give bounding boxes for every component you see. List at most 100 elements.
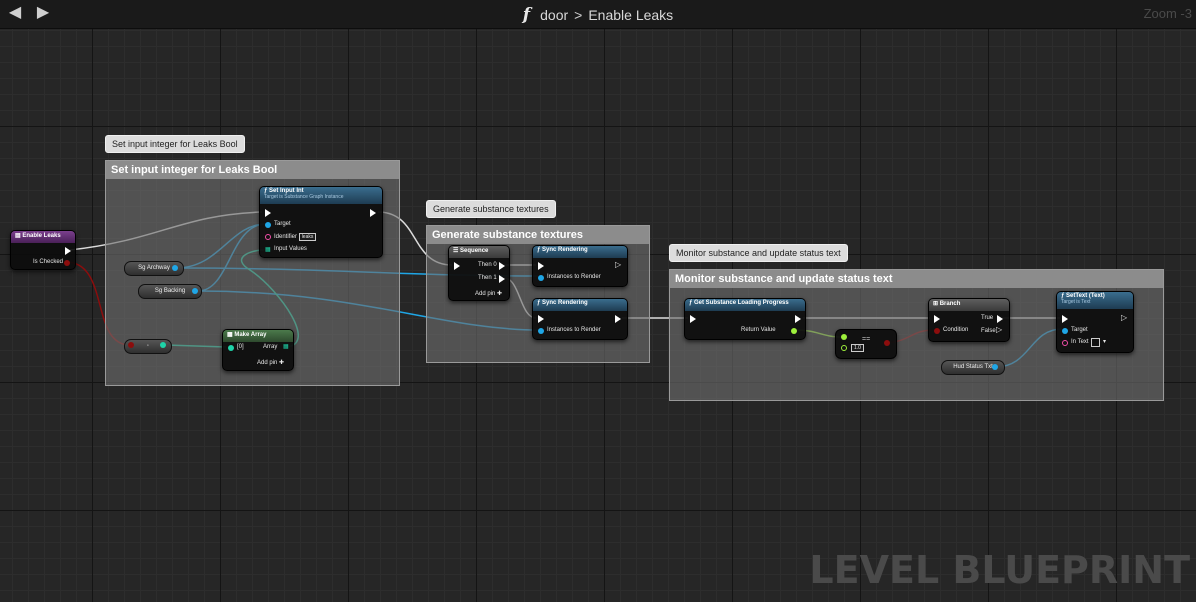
enable-leaks-node[interactable]: ▤ Enable Leaks Is Checked xyxy=(10,230,76,270)
node-title: ⊞ Branch xyxy=(929,299,1009,311)
exec-out-pin[interactable] xyxy=(65,247,71,255)
bool-pin[interactable] xyxy=(128,342,134,348)
breadcrumb-separator: > xyxy=(574,7,583,23)
string-pin[interactable] xyxy=(265,234,271,240)
in-text-input[interactable] xyxy=(1091,338,1100,347)
exec-in-pin[interactable] xyxy=(454,262,460,270)
node-title: ƒ SetText (Text) Target is Text xyxy=(1057,292,1133,309)
float-pin[interactable] xyxy=(791,328,797,334)
node-title-text: Make Array xyxy=(234,332,267,338)
pin-label: Target xyxy=(274,221,291,227)
node-title: ƒ Get Substance Loading Progress xyxy=(685,299,805,311)
equal-float-node[interactable]: 1.0 == xyxy=(835,329,897,359)
node-title: ƒ Set Input Int Target is Substance Graph… xyxy=(260,187,382,204)
pin-label: Return Value xyxy=(741,327,776,333)
pin-label: Condition xyxy=(943,327,969,333)
exec-out-outline-icon: ▷ xyxy=(615,260,622,269)
pin-label: Identifier leaks xyxy=(274,233,317,241)
exec-out-pin[interactable] xyxy=(795,315,801,323)
add-pin-button[interactable]: Add pin ✚ xyxy=(257,359,284,366)
grid-pin-icon[interactable]: ▦ xyxy=(265,246,271,253)
node-title-text: Sync Rendering xyxy=(542,247,588,253)
add-pin-button[interactable]: Add pin ✚ xyxy=(475,290,502,297)
exec-out-pin[interactable] xyxy=(499,275,505,283)
exec-in-pin[interactable] xyxy=(1062,315,1068,323)
pin-label: Then 0 xyxy=(478,262,497,268)
branch-node[interactable]: ⊞ Branch True Condition False ▷ xyxy=(928,298,1010,342)
int-pin[interactable] xyxy=(228,345,234,351)
exec-in-pin[interactable] xyxy=(690,315,696,323)
bool-pin[interactable] xyxy=(934,328,940,334)
comment-bubble-substance[interactable]: Generate substance textures xyxy=(426,200,556,218)
compare-value-input[interactable]: 1.0 xyxy=(851,344,864,352)
node-subtitle: Target is Text xyxy=(1061,299,1091,305)
add-pin-label: Add pin xyxy=(257,360,278,366)
int-pin[interactable] xyxy=(160,342,166,348)
level-blueprint-watermark: LEVEL BLUEPRINT xyxy=(809,548,1190,592)
identifier-label: Identifier xyxy=(274,234,298,240)
text-pin[interactable] xyxy=(1062,340,1068,346)
set-input-int-node[interactable]: ƒ Set Input Int Target is Substance Graph… xyxy=(259,186,383,258)
node-title: ƒ Sync Rendering xyxy=(533,299,627,311)
pin-label: True xyxy=(981,315,994,321)
pin-label: Instances to Render xyxy=(547,274,601,280)
object-pin[interactable] xyxy=(1062,328,1068,334)
exec-out-outline-icon[interactable]: ▷ xyxy=(1121,313,1127,322)
float-pin[interactable] xyxy=(841,345,847,351)
node-title-text: Sync Rendering xyxy=(542,300,588,306)
sequence-node[interactable]: ☰ Sequence Then 0 Then 1 Add pin ✚ xyxy=(448,245,510,301)
exec-out-outline-icon[interactable]: ▷ xyxy=(996,325,1002,334)
exec-in-pin[interactable] xyxy=(538,262,544,270)
array-pin[interactable]: ▦ xyxy=(283,343,289,350)
bool-pin[interactable] xyxy=(64,260,70,266)
get-substance-loading-progress-node[interactable]: ƒ Get Substance Loading Progress Return … xyxy=(684,298,806,340)
variable-label: Sg Backing xyxy=(154,288,186,294)
function-icon: f xyxy=(522,5,531,25)
pin-label: False xyxy=(981,328,996,334)
object-pin[interactable] xyxy=(172,265,178,271)
breadcrumb-current: Enable Leaks xyxy=(588,7,674,23)
graph-toolbar: ◀ ▶ f door > Enable Leaks Zoom -3 xyxy=(0,0,1196,29)
pin-label: Instances to Render xyxy=(547,327,601,333)
variable-label: Sg Archway xyxy=(138,265,170,271)
conversion-label: ◦ xyxy=(146,343,150,349)
exec-in-pin[interactable] xyxy=(265,209,271,217)
object-pin[interactable] xyxy=(192,288,198,294)
exec-out-pin[interactable] xyxy=(615,315,621,323)
sync-rendering-node[interactable]: ƒ Sync Rendering ▷ Instances to Render xyxy=(532,245,628,287)
pin-label: Is Checked xyxy=(33,259,64,265)
exec-in-pin[interactable] xyxy=(934,315,940,323)
node-title: ☰ Sequence xyxy=(449,246,509,258)
sync-rendering-node[interactable]: ƒ Sync Rendering Instances to Render xyxy=(532,298,628,340)
make-array-node[interactable]: ▦ Make Array [0] Array ▦ Add pin ✚ xyxy=(222,329,294,371)
equals-operator: == xyxy=(862,336,871,343)
breadcrumb-parent[interactable]: door xyxy=(540,7,568,23)
exec-out-pin[interactable] xyxy=(997,315,1003,323)
node-title: ƒ Sync Rendering xyxy=(533,246,627,258)
node-title-text: Sequence xyxy=(460,248,489,254)
node-title: ▤ Enable Leaks xyxy=(11,231,75,243)
node-title-text: Get Substance Loading Progress xyxy=(694,300,789,306)
exec-out-pin[interactable] xyxy=(370,209,376,217)
identifier-value-input[interactable]: leaks xyxy=(298,233,317,241)
pin-label: Input Values xyxy=(274,246,307,252)
object-pin[interactable] xyxy=(265,222,271,228)
object-pin[interactable] xyxy=(992,364,998,370)
object-pin[interactable] xyxy=(538,328,544,334)
node-title-text: Branch xyxy=(939,301,961,307)
float-pin[interactable] xyxy=(841,334,847,340)
chevron-down-icon[interactable]: ▾ xyxy=(1103,338,1106,345)
comment-title: Monitor substance and update status text xyxy=(670,270,1163,288)
set-text-node[interactable]: ƒ SetText (Text) Target is Text ▷ Target … xyxy=(1056,291,1134,353)
comment-bubble-monitor[interactable]: Monitor substance and update status text xyxy=(669,244,848,262)
breadcrumb: f door > Enable Leaks xyxy=(0,5,1196,25)
exec-in-pin[interactable] xyxy=(538,315,544,323)
comment-title: Set input integer for Leaks Bool xyxy=(106,161,399,179)
node-subtitle: Target is Substance Graph Instance xyxy=(264,194,344,200)
comment-bubble-leaks[interactable]: Set input integer for Leaks Bool xyxy=(105,135,245,153)
bool-pin[interactable] xyxy=(884,340,890,346)
pin-label: Then 1 xyxy=(478,275,497,281)
pin-label: Array xyxy=(263,344,278,350)
exec-out-pin[interactable] xyxy=(499,262,505,270)
object-pin[interactable] xyxy=(538,275,544,281)
